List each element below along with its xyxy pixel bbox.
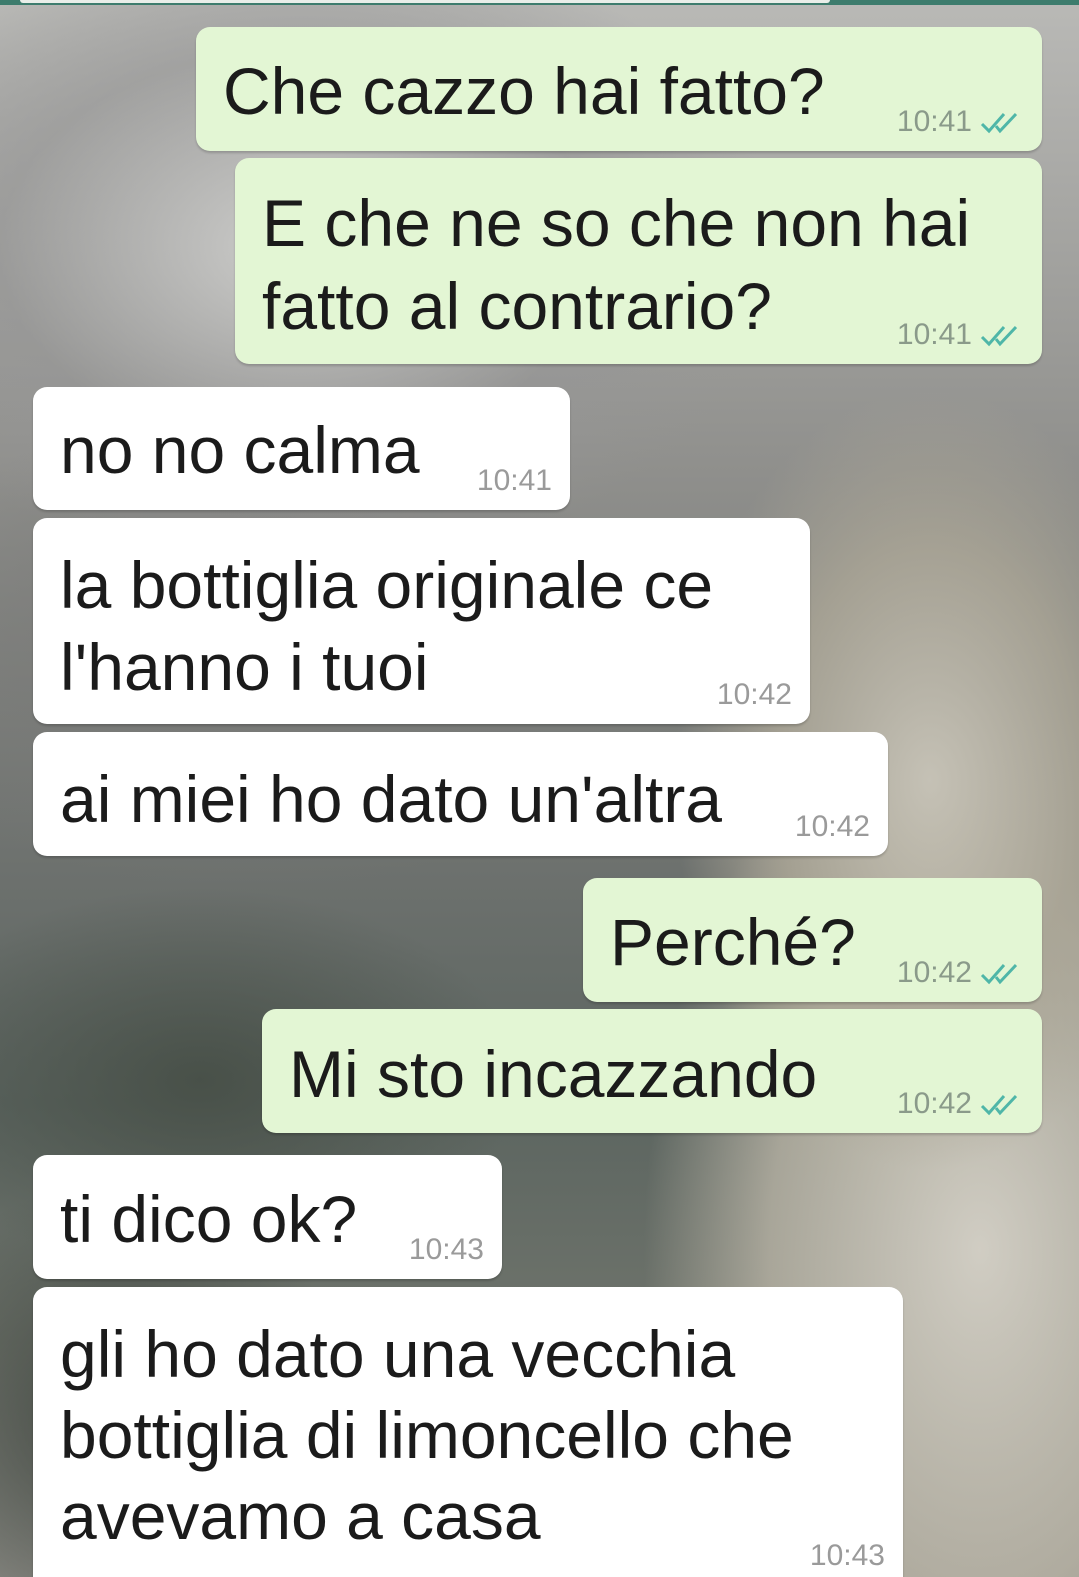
message-bubble-outgoing[interactable]: E che ne so che non hai fatto al contrar… bbox=[235, 158, 1042, 364]
message-text-line: E che ne so che non hai bbox=[262, 186, 971, 260]
message-bubble-incoming[interactable]: no no calma 10:41 bbox=[33, 387, 570, 510]
double-check-icon bbox=[980, 110, 1024, 134]
message-time: 10:41 bbox=[896, 105, 972, 138]
message-text-line: fatto al contrario? bbox=[262, 269, 772, 343]
message-bubble-incoming[interactable]: ai miei ho dato un'altra 10:42 bbox=[33, 732, 888, 856]
message-text-line: bottiglia di limoncello che bbox=[60, 1398, 794, 1472]
message-time: 10:42 bbox=[716, 678, 792, 711]
message-meta: 10:42 bbox=[717, 680, 792, 710]
double-check-icon bbox=[980, 323, 1024, 347]
message-meta: 10:41 bbox=[897, 107, 1024, 137]
message-text: Mi sto incazzando bbox=[289, 1037, 818, 1111]
message-bubble-incoming[interactable]: ti dico ok? 10:43 bbox=[33, 1155, 502, 1279]
message-text-line: la bottiglia originale ce bbox=[60, 548, 714, 622]
message-time: 10:42 bbox=[896, 1087, 972, 1120]
message-bubble-incoming[interactable]: la bottiglia originale ce l'hanno i tuoi… bbox=[33, 518, 810, 724]
message-meta: 10:42 bbox=[795, 812, 870, 842]
message-time: 10:41 bbox=[476, 464, 552, 497]
message-time: 10:42 bbox=[896, 956, 972, 989]
message-meta: 10:41 bbox=[897, 320, 1024, 350]
double-check-icon bbox=[980, 1092, 1024, 1116]
message-text-line: avevamo a casa bbox=[60, 1479, 541, 1553]
message-bubble-outgoing[interactable]: Mi sto incazzando 10:42 bbox=[262, 1009, 1042, 1133]
message-text: ti dico ok? bbox=[60, 1182, 358, 1256]
message-meta: 10:41 bbox=[477, 466, 552, 496]
message-meta: 10:42 bbox=[897, 1089, 1024, 1119]
message-time: 10:41 bbox=[896, 318, 972, 351]
previous-bubble-edge bbox=[20, 0, 830, 3]
message-text: Che cazzo hai fatto? bbox=[223, 54, 825, 128]
message-meta: 10:43 bbox=[810, 1541, 885, 1571]
message-text: Perché? bbox=[610, 905, 856, 979]
message-meta: 10:43 bbox=[409, 1235, 484, 1265]
message-text: ai miei ho dato un'altra bbox=[60, 762, 722, 836]
message-text-line: gli ho dato una vecchia bbox=[60, 1317, 736, 1391]
message-time: 10:43 bbox=[809, 1539, 885, 1572]
message-meta: 10:42 bbox=[897, 958, 1024, 988]
message-bubble-outgoing[interactable]: Perché? 10:42 bbox=[583, 878, 1042, 1002]
message-time: 10:43 bbox=[408, 1233, 484, 1266]
message-bubble-incoming[interactable]: gli ho dato una vecchia bottiglia di lim… bbox=[33, 1287, 903, 1577]
message-time: 10:42 bbox=[794, 810, 870, 843]
message-text: no no calma bbox=[60, 413, 420, 487]
message-bubble-outgoing[interactable]: Che cazzo hai fatto? 10:41 bbox=[196, 27, 1042, 151]
top-strip bbox=[0, 0, 1079, 5]
message-text-line: l'hanno i tuoi bbox=[60, 630, 429, 704]
double-check-icon bbox=[980, 961, 1024, 985]
